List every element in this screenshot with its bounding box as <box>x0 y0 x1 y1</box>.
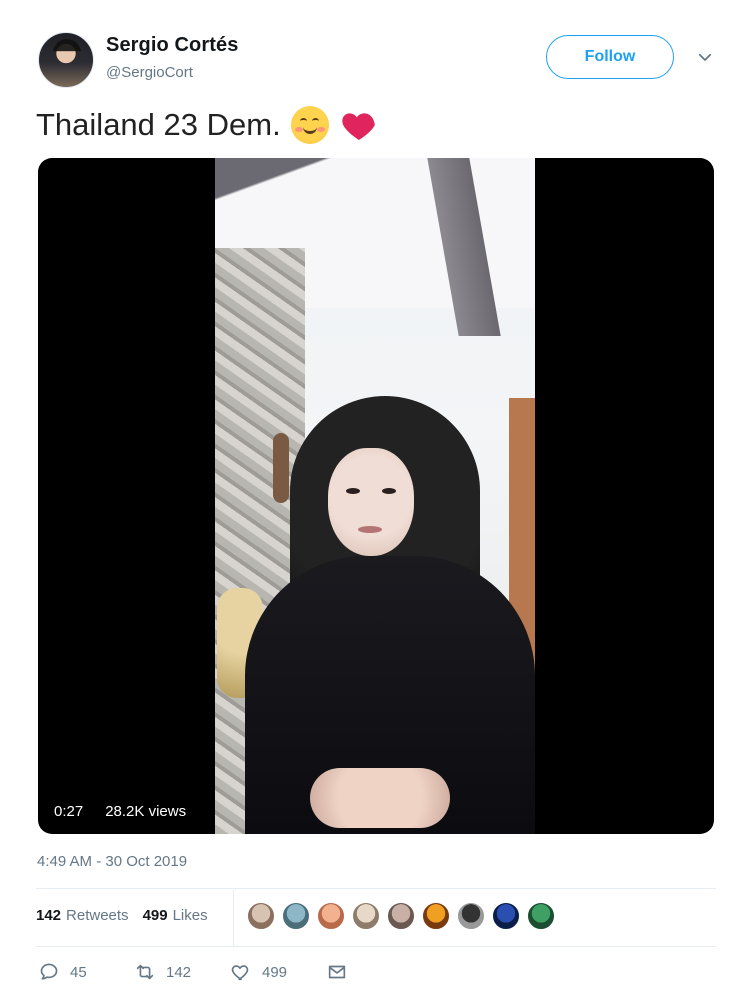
video-views: 28.2K views <box>97 798 195 825</box>
like-count: 499 <box>262 963 288 981</box>
reply-count: 45 <box>70 963 87 981</box>
liker-avatar[interactable] <box>491 901 521 931</box>
liker-avatar[interactable] <box>351 901 381 931</box>
eye-right <box>382 488 396 494</box>
red-heart-icon <box>342 113 375 140</box>
smiling-face-icon <box>290 106 329 144</box>
video-overlay: 0:27 28.2K views <box>46 798 195 825</box>
retweet-action[interactable]: 142 <box>134 961 230 983</box>
person-hands <box>310 768 450 828</box>
tweet-timestamp[interactable]: 4:49 AM - 30 Oct 2019 <box>37 853 187 870</box>
like-action[interactable]: 499 <box>230 961 326 983</box>
tweet-actions: 45 142 499 <box>38 961 366 983</box>
stats-divider <box>233 890 234 946</box>
likes-stat[interactable]: 499 Likes <box>143 907 208 924</box>
retweet-icon[interactable] <box>134 961 156 983</box>
video-frame[interactable] <box>215 158 535 834</box>
liker-avatars <box>246 901 556 931</box>
liker-avatar[interactable] <box>386 901 416 931</box>
liker-avatar[interactable] <box>316 901 346 931</box>
likes-count: 499 <box>142 907 168 924</box>
video-duration: 0:27 <box>46 798 92 825</box>
lips <box>358 526 382 533</box>
eye-left <box>346 488 360 494</box>
liker-avatar[interactable] <box>526 901 556 931</box>
person-face <box>328 448 414 556</box>
tweet-text: Thailand 23 Dem. <box>36 105 379 145</box>
retweets-label: Retweets <box>66 907 129 924</box>
divider <box>36 946 716 947</box>
avatar[interactable] <box>38 32 94 88</box>
liker-avatar[interactable] <box>246 901 276 931</box>
follow-button[interactable]: Follow <box>546 35 674 79</box>
video-player[interactable]: 0:27 28.2K views <box>38 158 714 834</box>
retweets-count: 142 <box>36 907 62 924</box>
tweet-header: Sergio Cortés @SergioCort Follow <box>38 30 718 92</box>
liker-avatar[interactable] <box>456 901 486 931</box>
retweets-stat[interactable]: 142 Retweets <box>36 907 129 924</box>
tweet-text-content: Thailand 23 Dem. <box>36 107 281 142</box>
reply-action[interactable]: 45 <box>38 961 134 983</box>
message-action[interactable] <box>326 961 366 983</box>
envelope-icon[interactable] <box>326 961 348 983</box>
like-heart-icon[interactable] <box>230 961 252 983</box>
user-name[interactable]: Sergio Cortés <box>106 34 238 57</box>
retweet-count: 142 <box>166 963 192 981</box>
likes-label: Likes <box>172 907 208 924</box>
liker-avatar[interactable] <box>421 901 451 931</box>
liker-avatar[interactable] <box>281 901 311 931</box>
reply-icon[interactable] <box>38 961 60 983</box>
divider <box>36 888 716 889</box>
chevron-down-icon[interactable] <box>696 48 714 66</box>
tweet-stats: 142 Retweets 499 Likes <box>36 907 208 924</box>
user-handle[interactable]: @SergioCort <box>106 64 193 81</box>
wall-lamp <box>273 433 289 503</box>
